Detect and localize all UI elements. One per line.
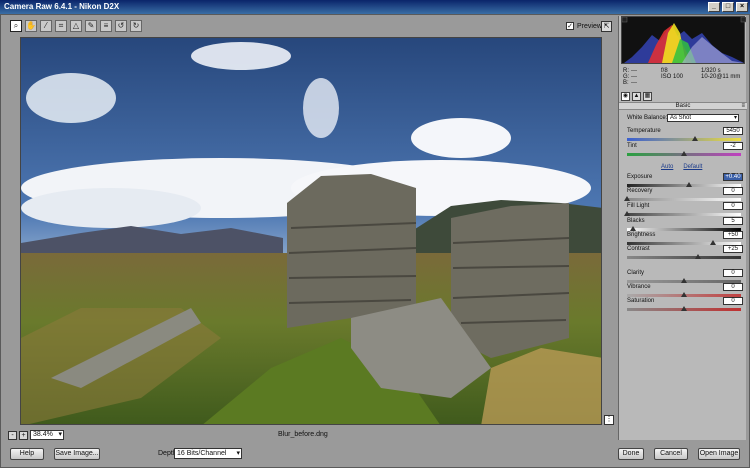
lens-value: 10-20@11 mm xyxy=(701,74,741,80)
retouch-icon[interactable]: ✎ xyxy=(85,20,97,32)
detail-tab-icon[interactable]: ▦ xyxy=(643,92,652,101)
crop-icon[interactable]: ⌗ xyxy=(55,20,67,32)
file-name: Blur_before.dng xyxy=(278,431,328,438)
preview-toggle[interactable]: ✓ Preview xyxy=(566,22,602,30)
basic-tab-icon[interactable]: ◉ xyxy=(621,92,630,101)
clarity-label: Clarity xyxy=(627,270,645,276)
vibrance-label: Vibrance xyxy=(627,284,651,290)
bottom-bar: Help Save Image... Depth: 16 Bits/Channe… xyxy=(0,444,750,468)
landscape-photo xyxy=(21,38,601,424)
zoom-select[interactable]: 38.4% xyxy=(30,430,64,440)
list-icon[interactable]: ≡ xyxy=(100,20,112,32)
zoom-in-button[interactable]: + xyxy=(19,430,28,440)
clarity-value-field[interactable]: 0 xyxy=(723,269,743,277)
save-image-button[interactable]: Save Image... xyxy=(54,448,100,460)
hand-icon[interactable]: ✋ xyxy=(25,20,37,32)
window-title: Camera Raw 6.4.1 - Nikon D2X xyxy=(4,2,120,11)
open-image-button[interactable]: Open Image xyxy=(698,448,740,460)
close-button[interactable]: × xyxy=(736,2,748,12)
saturation-value-field[interactable]: 0 xyxy=(723,297,743,305)
recovery-value-field[interactable]: 0 xyxy=(723,187,743,195)
maximize-button[interactable]: □ xyxy=(722,2,734,12)
tint-value-field[interactable]: -2 xyxy=(723,142,743,150)
temperature-slider-track[interactable] xyxy=(627,138,741,141)
clarity-slider-thumb[interactable] xyxy=(681,278,687,283)
recovery-slider-track[interactable] xyxy=(627,198,741,201)
temperature-value-field[interactable]: 5450 xyxy=(723,127,743,135)
fill-light-slider-track[interactable] xyxy=(627,213,741,216)
b-value: --- xyxy=(631,80,637,86)
white-balance-row: White Balance: As Shot xyxy=(627,114,743,122)
b-label: B: xyxy=(623,80,629,86)
preview-checkbox[interactable]: ✓ xyxy=(566,22,574,30)
white-balance-select[interactable]: As Shot xyxy=(667,114,739,122)
exposure-value-field[interactable]: +0.40 xyxy=(723,173,743,181)
saturation-slider-thumb[interactable] xyxy=(681,306,687,311)
temperature-slider-thumb[interactable] xyxy=(692,136,699,141)
brightness-label: Brightness xyxy=(627,232,656,238)
default-link[interactable]: Default xyxy=(683,164,702,170)
tone-curve-tab-icon[interactable]: ▲ xyxy=(632,92,641,101)
contrast-label: Contrast xyxy=(627,246,650,252)
auto-default-links: Auto Default xyxy=(661,164,702,170)
blacks-label: Blacks xyxy=(627,218,645,224)
toolbar: ⌕ ✋ ⁄ ⌗ △ ✎ ≡ ↺ ↻ xyxy=(10,20,142,34)
vibrance-value-field[interactable]: 0 xyxy=(723,283,743,291)
title-bar: Camera Raw 6.4.1 - Nikon D2X _ □ × xyxy=(0,0,750,14)
rotate-right-icon[interactable]: ↻ xyxy=(130,20,142,32)
iso-value: ISO 100 xyxy=(661,74,684,80)
panel-title: Basic xyxy=(675,103,691,109)
fill-light-value-field[interactable]: 0 xyxy=(723,202,743,210)
zoom-icon[interactable]: ⌕ xyxy=(10,20,22,32)
cancel-button[interactable]: Cancel xyxy=(654,448,688,460)
contrast-value-field[interactable]: +25 xyxy=(723,245,743,253)
filmstrip-toggle-icon[interactable]: ⋮ xyxy=(604,415,614,425)
saturation-label: Saturation xyxy=(627,298,655,304)
fill-light-label: Fill Light xyxy=(627,203,650,209)
histogram-graph xyxy=(621,16,747,63)
histogram xyxy=(621,16,747,64)
auto-link[interactable]: Auto xyxy=(661,164,673,170)
recovery-label: Recovery xyxy=(627,188,653,194)
fill-light-slider-thumb[interactable] xyxy=(624,211,630,216)
brightness-value-field[interactable]: +50 xyxy=(723,231,743,239)
vibrance-slider-thumb[interactable] xyxy=(681,292,687,297)
panel-tabs: ◉ ▲ ▦ xyxy=(621,92,652,101)
white-balance-label: White Balance: xyxy=(627,115,668,121)
straighten-icon[interactable]: △ xyxy=(70,20,82,32)
zoom-out-button[interactable]: - xyxy=(8,430,17,440)
exposure-label: Exposure xyxy=(627,174,653,180)
panel-header: Basic ≡ xyxy=(619,102,747,110)
contrast-slider-track[interactable] xyxy=(627,256,741,259)
exposure-slider-thumb[interactable] xyxy=(685,182,692,187)
fullscreen-icon[interactable]: ⇱ xyxy=(601,21,612,32)
adjustment-panel: R: --- f/8 1/320 s G: --- ISO 100 10-20@… xyxy=(618,16,747,440)
eyedropper-icon[interactable]: ⁄ xyxy=(40,20,52,32)
recovery-slider-thumb[interactable] xyxy=(624,196,630,201)
done-button[interactable]: Done xyxy=(618,448,644,460)
tint-slider-thumb[interactable] xyxy=(681,151,687,156)
camera-info: R: --- f/8 1/320 s G: --- ISO 100 10-20@… xyxy=(623,68,743,86)
minimize-button[interactable]: _ xyxy=(708,2,720,12)
contrast-slider-thumb[interactable] xyxy=(694,254,701,259)
tint-label: Tint xyxy=(627,143,637,149)
image-preview[interactable] xyxy=(20,37,602,425)
blacks-slider-thumb[interactable] xyxy=(629,226,636,231)
preview-label: Preview xyxy=(577,22,602,30)
depth-select[interactable]: 16 Bits/Channel xyxy=(174,448,242,459)
rotate-left-icon[interactable]: ↺ xyxy=(115,20,127,32)
status-bar: - + 38.4% Blur_before.dng ⋮ xyxy=(8,415,614,441)
temperature-label: Temperature xyxy=(627,128,661,134)
blacks-value-field[interactable]: 5 xyxy=(723,217,743,225)
panel-menu-icon[interactable]: ≡ xyxy=(741,103,745,110)
brightness-slider-thumb[interactable] xyxy=(709,240,716,245)
help-button[interactable]: Help xyxy=(10,448,44,460)
